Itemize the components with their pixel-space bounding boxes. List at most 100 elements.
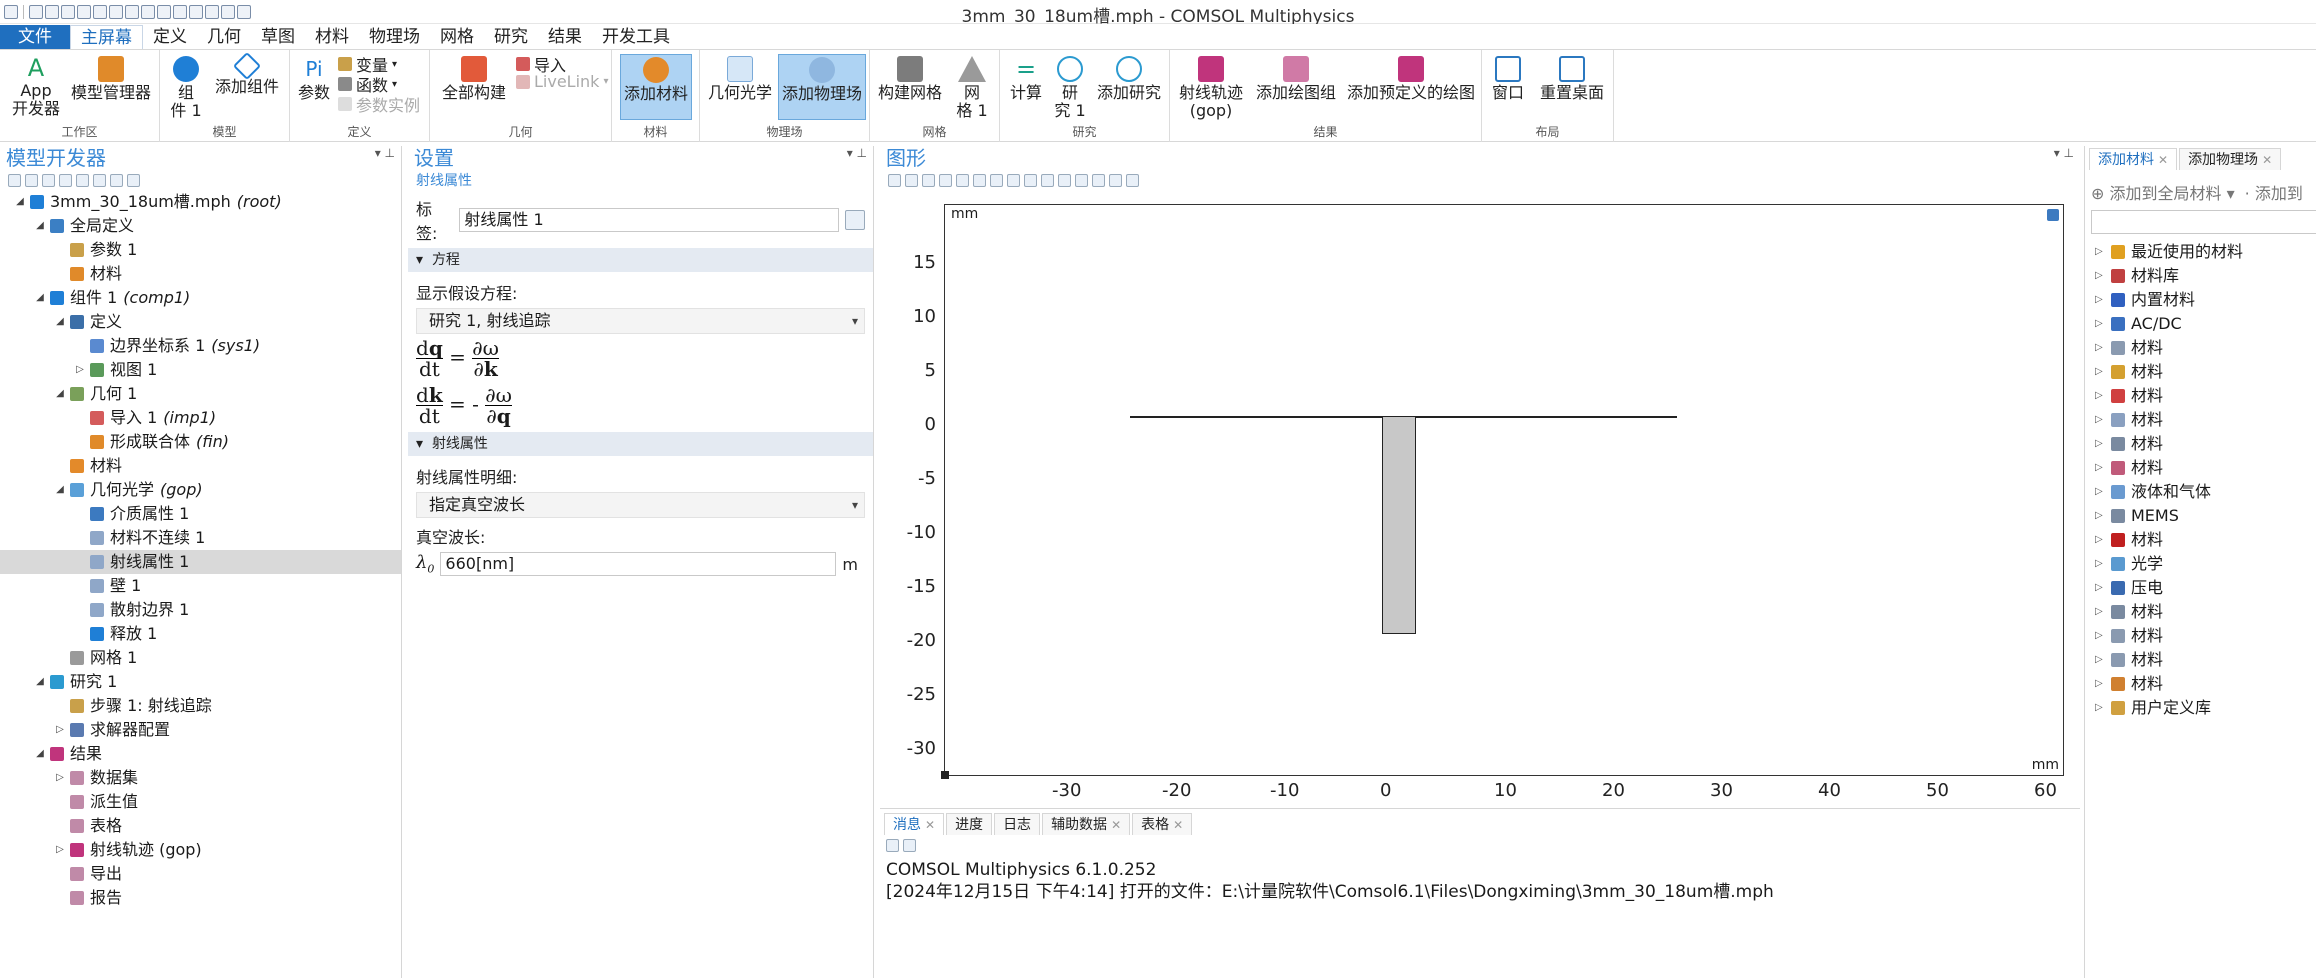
expand-toggle-icon[interactable]: ▷ — [2095, 504, 2107, 528]
expand-toggle-icon[interactable]: ▷ — [2095, 456, 2107, 480]
library-item[interactable]: ▷ 材料 — [2085, 456, 2316, 480]
parameters-button[interactable]: Pi 参数 — [294, 54, 334, 102]
expand-icon[interactable] — [93, 173, 106, 187]
zoom-icon[interactable] — [205, 5, 219, 19]
menu-mesh[interactable]: 网格 — [430, 25, 484, 49]
compute-button[interactable]: = 计算 — [1004, 54, 1048, 102]
paste-icon[interactable] — [173, 5, 187, 19]
menu-physics[interactable]: 物理场 — [359, 25, 430, 49]
build-icon[interactable] — [221, 5, 235, 19]
expand-toggle-icon[interactable]: ◢ — [54, 382, 66, 406]
back-icon[interactable] — [8, 173, 21, 187]
add-to-button[interactable]: · 添加到 — [2245, 180, 2303, 204]
tree-node[interactable]: 散射边界 1 — [0, 598, 401, 622]
study-1-button[interactable]: 研究 1 — [1050, 54, 1090, 120]
delete-icon[interactable] — [189, 5, 203, 19]
param-instance-button[interactable]: 参数实例 — [338, 92, 420, 116]
tree-node[interactable]: 步骤 1: 射线追踪 — [0, 694, 401, 718]
undo-icon[interactable] — [109, 5, 123, 19]
tree-node[interactable]: ◢ 结果 — [0, 742, 401, 766]
print-icon[interactable] — [1126, 173, 1139, 187]
down-icon[interactable] — [59, 173, 72, 187]
tree-node[interactable]: ▷ 求解器配置 — [0, 718, 401, 742]
expand-toggle-icon[interactable]: ▷ — [2095, 624, 2107, 648]
mesh-1-button[interactable]: 网格 1 — [950, 54, 994, 120]
library-item[interactable]: ▷ 材料 — [2085, 672, 2316, 696]
tree-node[interactable]: ◢ 组件 1 (comp1) — [0, 286, 401, 310]
library-item[interactable]: ▷ 光学 — [2085, 552, 2316, 576]
library-item[interactable]: ▷ 材料 — [2085, 408, 2316, 432]
tree-node[interactable]: ◢ 全局定义 — [0, 214, 401, 238]
select-icon[interactable] — [973, 173, 986, 187]
livelink-button[interactable]: LiveLink ▾ — [516, 72, 608, 91]
settings-gear-icon[interactable] — [1092, 173, 1105, 187]
menu-developer[interactable]: 开发工具 — [592, 25, 680, 49]
tree-node[interactable]: 壁 1 — [0, 574, 401, 598]
tree-node[interactable]: ▷ 射线轨迹 (gop) — [0, 838, 401, 862]
grid-icon[interactable] — [1041, 173, 1054, 187]
copy-icon[interactable] — [141, 5, 155, 19]
add-plot-group-button[interactable]: 添加绘图组 — [1252, 54, 1340, 102]
library-item[interactable]: ▷ 材料 — [2085, 528, 2316, 552]
equation-select[interactable]: 研究 1, 射线追踪 — [416, 308, 865, 334]
tab-aux-data[interactable]: 辅助数据 ✕ — [1042, 813, 1131, 835]
tree-node[interactable]: 边界坐标系 1 (sys1) — [0, 334, 401, 358]
scene-light-icon[interactable] — [1075, 173, 1088, 187]
library-item[interactable]: ▷ MEMS — [2085, 504, 2316, 528]
library-item[interactable]: ▷ 材料 — [2085, 600, 2316, 624]
add-material-button[interactable]: 添加材料 — [620, 54, 692, 120]
expand-toggle-icon[interactable]: ◢ — [34, 286, 46, 310]
menu-study[interactable]: 研究 — [484, 25, 538, 49]
copy-messages-icon[interactable] — [903, 838, 916, 852]
expand-toggle-icon[interactable]: ▷ — [2095, 600, 2107, 624]
library-item[interactable]: ▷ 用户定义库 — [2085, 696, 2316, 720]
open-icon[interactable] — [45, 5, 59, 19]
library-item[interactable]: ▷ 材料 — [2085, 360, 2316, 384]
expand-toggle-icon[interactable]: ▷ — [2095, 552, 2107, 576]
tree-node[interactable]: 材料 — [0, 454, 401, 478]
tree-node[interactable]: ◢ 3mm_30_18um槽.mph (root) — [0, 190, 401, 214]
library-item[interactable]: ▷ 压电 — [2085, 576, 2316, 600]
zoom-in-icon[interactable] — [888, 173, 901, 187]
expand-toggle-icon[interactable]: ▷ — [2095, 288, 2107, 312]
expand-toggle-icon[interactable]: ◢ — [34, 214, 46, 238]
zoom-extents-icon[interactable] — [939, 173, 952, 187]
ray-trajectories-button[interactable]: 射线轨迹 (gop) — [1174, 54, 1248, 120]
menu-definitions[interactable]: 定义 — [143, 25, 197, 49]
menu-results[interactable]: 结果 — [538, 25, 592, 49]
menu-sketch[interactable]: 草图 — [251, 25, 305, 49]
tree-node[interactable]: ◢ 几何光学 (gop) — [0, 478, 401, 502]
expand-toggle-icon[interactable]: ▷ — [2095, 384, 2107, 408]
forward-icon[interactable] — [25, 173, 38, 187]
expand-toggle-icon[interactable]: ▷ — [2095, 360, 2107, 384]
menu-file[interactable]: 文件 — [0, 25, 70, 49]
tree-node[interactable]: 报告 — [0, 886, 401, 910]
view-cube-icon[interactable] — [2047, 209, 2059, 221]
library-item[interactable]: ▷ 材料 — [2085, 336, 2316, 360]
expand-toggle-icon[interactable]: ◢ — [34, 670, 46, 694]
tree-node[interactable]: ▷ 视图 1 — [0, 358, 401, 382]
settings-menu-icon[interactable]: ▾ ⊥ — [847, 146, 867, 160]
expand-toggle-icon[interactable]: ▷ — [54, 766, 66, 790]
tree-node[interactable]: ◢ 研究 1 — [0, 670, 401, 694]
expand-toggle-icon[interactable]: ▷ — [2095, 312, 2107, 336]
tree-node[interactable]: ◢ 几何 1 — [0, 382, 401, 406]
view-icon[interactable] — [1024, 173, 1037, 187]
model-manager-button[interactable]: 模型管理器 — [66, 54, 156, 102]
duplicate-icon[interactable] — [157, 5, 171, 19]
clear-icon[interactable] — [886, 838, 899, 852]
add-component-button[interactable]: 添加组件 — [208, 51, 286, 96]
panel-menu-icon[interactable]: ▾ ⊥ — [375, 146, 395, 160]
expand-toggle-icon[interactable]: ▷ — [2095, 672, 2107, 696]
library-item[interactable]: ▷ 液体和气体 — [2085, 480, 2316, 504]
expand-toggle-icon[interactable]: ▷ — [54, 838, 66, 862]
tree-node[interactable]: 介质属性 1 — [0, 502, 401, 526]
new-icon[interactable] — [29, 5, 43, 19]
tree-node[interactable]: 参数 1 — [0, 238, 401, 262]
tree-node[interactable]: 派生值 — [0, 790, 401, 814]
vacuum-wavelength-input[interactable]: 660[nm] — [440, 552, 837, 576]
expand-toggle-icon[interactable]: ▷ — [2095, 336, 2107, 360]
transparency-icon[interactable] — [1058, 173, 1071, 187]
save-icon[interactable] — [61, 5, 75, 19]
tree-node[interactable]: 网格 1 — [0, 646, 401, 670]
